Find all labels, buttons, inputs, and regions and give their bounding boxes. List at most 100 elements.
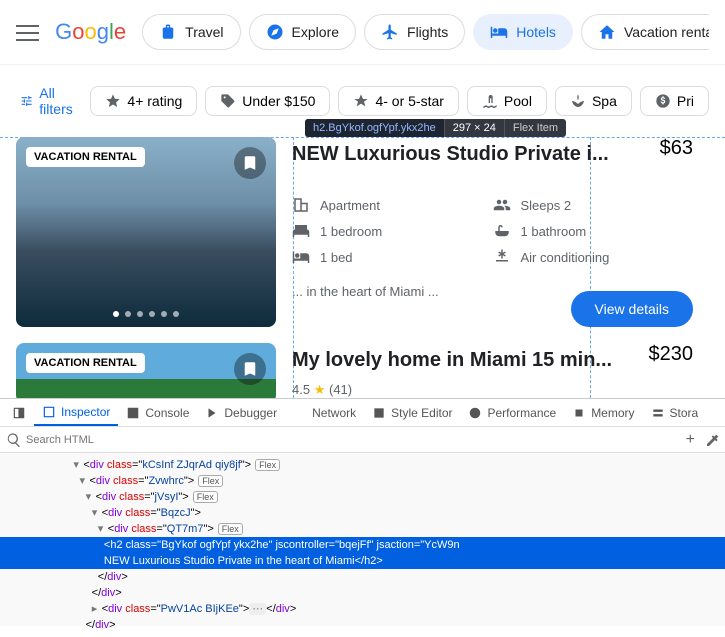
tab-style-editor[interactable]: Style Editor [364, 399, 460, 426]
tag-icon [220, 93, 236, 109]
tab-inspector[interactable]: Inspector [34, 399, 118, 426]
bedroom-icon [292, 222, 310, 240]
listing-title: My lovely home in Miami 15 min... [292, 343, 637, 378]
nav-hotels[interactable]: Hotels [473, 14, 573, 50]
devtools-toolbar: + [0, 427, 725, 453]
listing-price: $230 [649, 343, 694, 366]
pool-icon [482, 93, 498, 109]
filter-price[interactable]: Under $150 [205, 86, 330, 116]
filter-star-class[interactable]: 4- or 5-star [338, 86, 458, 116]
view-details-button[interactable]: View details [571, 291, 693, 327]
inspector-tooltip: h2.BgYkof.ogfYpf.ykx2he 297 × 24 Flex It… [305, 119, 566, 137]
tab-storage[interactable]: Stora [643, 399, 707, 426]
filter-spa[interactable]: Spa [555, 86, 632, 116]
search-icon[interactable] [6, 432, 22, 448]
chip-label: 4+ rating [127, 93, 182, 109]
bookmark-icon [241, 360, 259, 378]
chip-label: Under $150 [242, 93, 315, 109]
google-logo[interactable]: Google [55, 19, 126, 45]
nav-label: Flights [407, 24, 448, 40]
amenities-list: Apartment Sleeps 2 1 bedroom 1 bathroom … [292, 192, 693, 270]
menu-icon[interactable] [16, 20, 39, 44]
price-icon [655, 93, 671, 109]
all-filters-button[interactable]: All filters [16, 77, 82, 125]
tab-memory[interactable]: Memory [564, 399, 642, 426]
suitcase-icon [159, 23, 177, 41]
dom-tree[interactable]: ▾<div class="kCsInf ZJqrAd qiy8jf">Flex … [0, 453, 725, 637]
tab-debugger[interactable]: Debugger [197, 399, 285, 426]
filter-pool[interactable]: Pool [467, 86, 547, 116]
amenity-item: 1 bed [292, 244, 493, 270]
bed-icon [292, 248, 310, 266]
chip-label: Pool [504, 93, 532, 109]
nav-chips: Travel Explore Flights Hotels Vacation r… [142, 14, 709, 50]
listing-rating: 4.5 ★ (41) [292, 382, 693, 398]
perf-icon [468, 406, 482, 420]
nav-travel[interactable]: Travel [142, 14, 240, 50]
app-header: Google Travel Explore Flights Hotels Vac… [0, 0, 725, 64]
search-html-input[interactable] [22, 432, 678, 448]
nav-label: Hotels [516, 24, 556, 40]
listing-image[interactable]: VACATION RENTAL [16, 137, 276, 327]
selected-dom-node[interactable]: <h2 class="BgYkof ogfYpf ykx2he" jscontr… [0, 537, 725, 553]
nav-explore[interactable]: Explore [249, 14, 356, 50]
plane-icon [381, 23, 399, 41]
nav-label: Vacation renta [624, 24, 709, 40]
amenity-item: Sleeps 2 [493, 192, 694, 218]
star-icon: ★ [314, 382, 326, 397]
image-pagination[interactable] [113, 311, 179, 317]
listing-image[interactable]: VACATION RENTAL [16, 343, 276, 398]
amenity-item: 1 bedroom [292, 218, 493, 244]
filter-rating[interactable]: 4+ rating [90, 86, 197, 116]
ac-icon [493, 248, 511, 266]
tooltip-meta: Flex Item [504, 119, 566, 137]
dock-icon [12, 406, 26, 420]
hotel-class-icon [353, 93, 369, 109]
nav-label: Travel [185, 24, 223, 40]
devtools-panel: Inspector Console Debugger Network Style… [0, 398, 725, 626]
tooltip-selector: h2.BgYkof.ogfYpf.ykx2he [305, 119, 444, 137]
filter-price-range[interactable]: Pri [640, 86, 709, 116]
all-filters-label: All filters [39, 85, 78, 117]
results-list: h2.BgYkof.ogfYpf.ykx2he 297 × 24 Flex It… [0, 137, 725, 398]
chip-label: Spa [592, 93, 617, 109]
tooltip-dimensions: 297 × 24 [444, 119, 504, 137]
star-icon [105, 93, 121, 109]
tab-network[interactable]: Network [285, 399, 364, 426]
listing-title: NEW Luxurious Studio Private i... [292, 137, 648, 172]
nav-vacation-rentals[interactable]: Vacation renta [581, 14, 709, 50]
explore-icon [266, 23, 284, 41]
debugger-icon [205, 406, 219, 420]
bookmark-button[interactable] [234, 353, 266, 385]
listing-card[interactable]: VACATION RENTAL My lovely home in Miami … [16, 343, 709, 398]
bookmark-button[interactable] [234, 147, 266, 179]
listing-price: $63 [660, 137, 693, 160]
amenity-item: Apartment [292, 192, 493, 218]
style-icon [372, 406, 386, 420]
tune-icon [20, 92, 33, 110]
nav-flights[interactable]: Flights [364, 14, 465, 50]
apartment-icon [292, 196, 310, 214]
storage-icon [651, 406, 665, 420]
spa-icon [570, 93, 586, 109]
bed-icon [490, 23, 508, 41]
bookmark-icon [241, 154, 259, 172]
eyedropper-icon[interactable] [703, 432, 719, 448]
chip-label: Pri [677, 93, 694, 109]
devtools-docking[interactable] [4, 399, 34, 426]
console-icon [126, 406, 140, 420]
amenity-item: 1 bathroom [493, 218, 694, 244]
devtools-tabs: Inspector Console Debugger Network Style… [0, 399, 725, 427]
people-icon [493, 196, 511, 214]
listing-badge: VACATION RENTAL [26, 147, 145, 167]
house-icon [598, 23, 616, 41]
network-icon [293, 406, 307, 420]
listing-card[interactable]: VACATION RENTAL NEW Luxurious Studio Pri… [16, 137, 709, 327]
memory-icon [572, 406, 586, 420]
listing-badge: VACATION RENTAL [26, 353, 145, 373]
bathroom-icon [493, 222, 511, 240]
chip-label: 4- or 5-star [375, 93, 443, 109]
add-node-button[interactable]: + [686, 431, 695, 449]
tab-console[interactable]: Console [118, 399, 197, 426]
tab-performance[interactable]: Performance [460, 399, 564, 426]
